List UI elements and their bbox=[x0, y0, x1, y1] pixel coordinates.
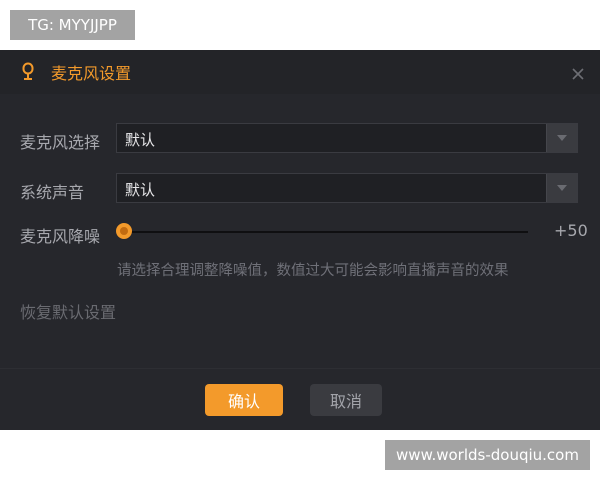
system-sound-label: 系统声音 bbox=[20, 183, 85, 202]
system-sound-dropdown[interactable]: 默认 bbox=[116, 173, 578, 203]
watermark-bottom: www.worlds-douqiu.com bbox=[385, 440, 590, 470]
footer-divider bbox=[0, 368, 600, 369]
dialog-titlebar: 麦克风设置 bbox=[0, 50, 600, 94]
chevron-down-icon[interactable] bbox=[546, 174, 577, 202]
cancel-button[interactable]: 取消 bbox=[310, 384, 382, 416]
noise-reduction-value: +50 bbox=[554, 221, 588, 240]
mic-select-value: 默认 bbox=[125, 131, 156, 149]
reset-defaults-link[interactable]: 恢复默认设置 bbox=[20, 299, 116, 323]
watermark-top: TG: MYYJJPP bbox=[10, 10, 135, 40]
noise-reduction-label: 麦克风降噪 bbox=[20, 227, 101, 246]
microphone-icon bbox=[20, 62, 36, 82]
chevron-down-icon[interactable] bbox=[546, 124, 577, 152]
noise-reduction-slider-handle[interactable] bbox=[116, 223, 132, 239]
microphone-settings-dialog: 麦克风设置 麦克风选择 默认 系统声音 默认 麦克风降噪 +50 请选择合理调整… bbox=[0, 50, 600, 430]
dialog-title: 麦克风设置 bbox=[51, 64, 132, 83]
noise-reduction-slider-track[interactable] bbox=[124, 231, 528, 233]
system-sound-value: 默认 bbox=[125, 181, 156, 199]
mic-select-dropdown[interactable]: 默认 bbox=[116, 123, 578, 153]
confirm-button[interactable]: 确认 bbox=[205, 384, 283, 416]
close-icon[interactable] bbox=[570, 66, 586, 82]
mic-select-label: 麦克风选择 bbox=[20, 133, 101, 152]
noise-reduction-hint: 请选择合理调整降噪值，数值过大可能会影响直播声音的效果 bbox=[117, 263, 509, 279]
